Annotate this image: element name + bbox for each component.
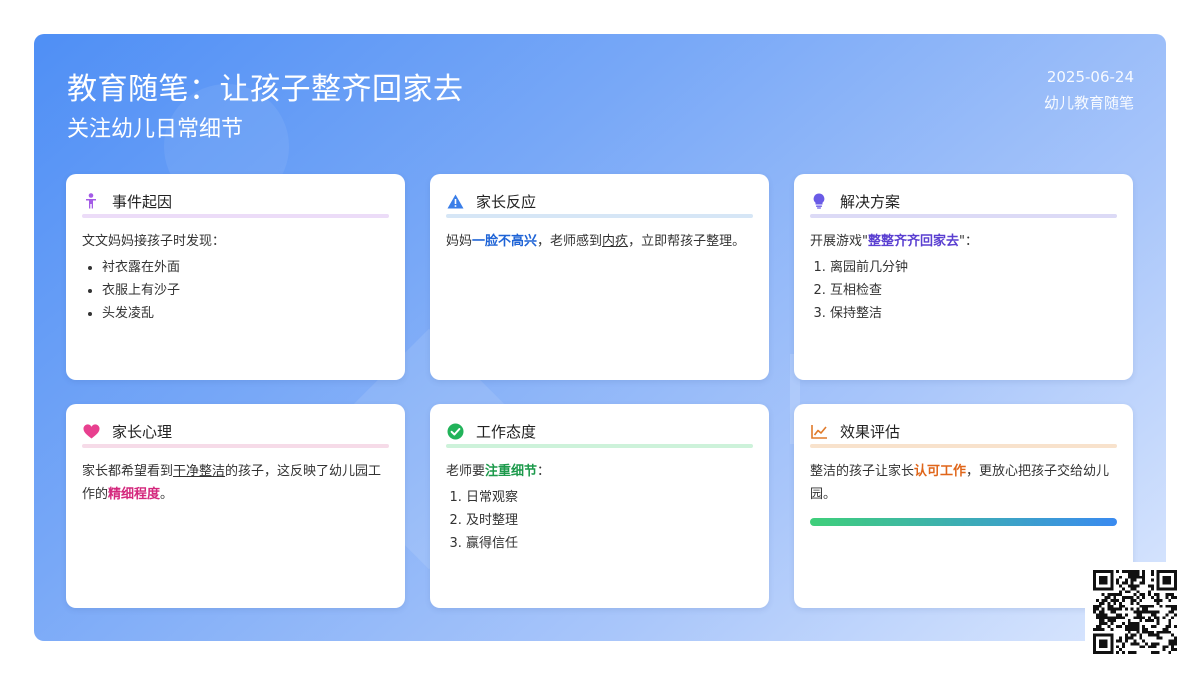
emphasis-text: 认可工作 (914, 464, 967, 479)
card-text: 开展游戏"整整齐齐回家去"： (810, 234, 978, 249)
card-cause: 事件起因 文文妈妈接孩子时发现： 衬衣露在外面 衣服上有沙子 头发凌乱 (66, 174, 405, 380)
list-item: 赢得信任 (466, 532, 753, 555)
date-label: 2025-06-24 (1046, 68, 1134, 86)
card-divider (810, 444, 1117, 448)
child-icon (82, 192, 100, 210)
card-divider (82, 444, 389, 448)
list-item: 离园前几分钟 (830, 256, 1117, 279)
chart-line-icon (810, 422, 828, 440)
card-divider (446, 444, 753, 448)
list-item: 互相检查 (830, 279, 1117, 302)
list-item: 衣服上有沙子 (102, 279, 389, 302)
card-psychology: 家长心理 家长都希望看到干净整洁的孩子，这反映了幼儿园工作的精细程度。 (66, 404, 405, 608)
list-item: 衬衣露在外面 (102, 256, 389, 279)
card-title: 效果评估 (840, 422, 901, 441)
underlined-text: 干净整洁 (173, 464, 226, 479)
card-attitude: 工作态度 老师要注重细节： 日常观察 及时整理 赢得信任 (430, 404, 769, 608)
card-text: 妈妈一脸不高兴，老师感到内疚，立即帮孩子整理。 (446, 234, 746, 249)
card-title: 解决方案 (840, 192, 901, 211)
heart-icon (82, 422, 100, 440)
lightbulb-icon (810, 192, 828, 210)
page-subtitle: 关注幼儿日常细节 (67, 117, 244, 142)
emphasis-text: 精细程度 (108, 487, 161, 502)
qr-code (1085, 562, 1185, 662)
list-item: 保持整洁 (830, 302, 1117, 325)
card-effect: 效果评估 整洁的孩子让家长认可工作，更放心把孩子交给幼儿园。 (794, 404, 1133, 608)
card-text: 老师要注重细节： (446, 464, 551, 479)
card-reaction: 家长反应 妈妈一脸不高兴，老师感到内疚，立即帮孩子整理。 (430, 174, 769, 380)
card-title: 工作态度 (476, 422, 537, 441)
card-text: 整洁的孩子让家长认可工作，更放心把孩子交给幼儿园。 (810, 464, 1110, 502)
warning-icon (446, 192, 464, 210)
card-text: 家长都希望看到干净整洁的孩子，这反映了幼儿园工作的精细程度。 (82, 464, 382, 502)
emphasis-text: 注重细节 (485, 464, 538, 479)
card-divider (810, 214, 1117, 218)
card-divider (446, 214, 753, 218)
main-panel: 教育随笔：让孩子整齐回家去 关注幼儿日常细节 2025-06-24 幼儿教育随笔… (34, 34, 1166, 641)
list-item: 及时整理 (466, 509, 753, 532)
card-title: 家长反应 (476, 192, 537, 211)
underlined-text: 内疚 (602, 234, 629, 249)
list-item: 日常观察 (466, 486, 753, 509)
card-title: 事件起因 (112, 192, 173, 211)
card-text: 文文妈妈接孩子时发现： (82, 234, 226, 249)
card-solution: 解决方案 开展游戏"整整齐齐回家去"： 离园前几分钟 互相检查 保持整洁 (794, 174, 1133, 380)
list-item: 头发凌乱 (102, 302, 389, 325)
card-title: 家长心理 (112, 422, 173, 441)
page-title: 教育随笔：让孩子整齐回家去 (67, 72, 464, 107)
emphasis-text: 整整齐齐回家去 (867, 234, 959, 249)
emphasis-text: 一脸不高兴 (472, 234, 538, 249)
category-label: 幼儿教育随笔 (1043, 94, 1134, 112)
check-circle-icon (446, 422, 464, 440)
card-divider (82, 214, 389, 218)
progress-bar (810, 518, 1117, 526)
